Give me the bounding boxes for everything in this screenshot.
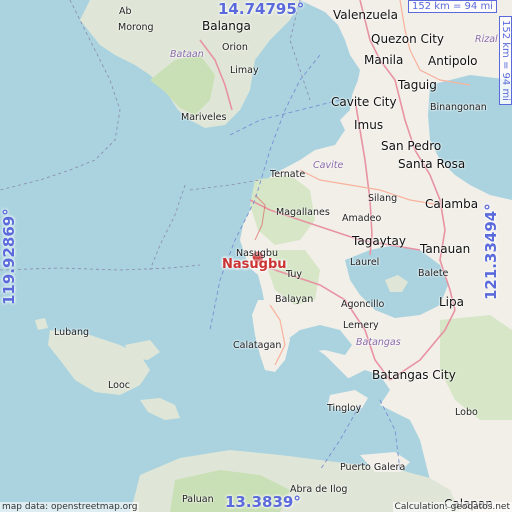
- place-label: Calatagan: [233, 340, 282, 351]
- place-label: Tingloy: [327, 403, 362, 414]
- place-label: Valenzuela: [333, 8, 398, 22]
- place-label: Looc: [108, 380, 130, 391]
- place-label: Balayan: [275, 294, 314, 305]
- left-longitude-label: 119.92869°: [0, 208, 18, 305]
- horizontal-scale-bar: 152 km = 94 mi: [408, 0, 497, 13]
- place-label: Morong: [118, 22, 154, 33]
- place-label: Cavite: [313, 160, 344, 171]
- place-label: Agoncillo: [341, 299, 385, 310]
- place-label: Laurel: [350, 257, 380, 268]
- place-label: Calamba: [425, 197, 479, 211]
- place-label: Tuy: [286, 269, 303, 280]
- vertical-scale-bar: 152 km = 94 mi: [499, 16, 512, 105]
- right-longitude-label: 121.33494°: [482, 203, 500, 300]
- calculation-credit[interactable]: Calculation: geodatos.net: [392, 502, 512, 512]
- place-label: Paluan: [182, 494, 214, 505]
- place-label: Lemery: [343, 320, 379, 331]
- place-label: Binangonan: [430, 102, 487, 113]
- place-label: Manila: [364, 53, 404, 67]
- place-label: Balanga: [202, 19, 251, 33]
- place-label: Lobo: [455, 407, 478, 418]
- place-label: Tanauan: [420, 242, 471, 256]
- place-label: Mariveles: [181, 112, 227, 123]
- top-latitude-label: 14.74795°: [218, 0, 305, 18]
- place-label: Imus: [354, 118, 384, 132]
- place-label: Orion: [222, 42, 248, 53]
- place-label: San Pedro: [381, 139, 442, 153]
- place-label: Rizal: [475, 34, 498, 45]
- place-label: Cavite City: [331, 95, 397, 109]
- location-marker-label[interactable]: Nasugbu: [222, 257, 287, 272]
- place-label: Amadeo: [342, 213, 382, 224]
- place-label: Lipa: [439, 295, 464, 309]
- place-label: Tagaytay: [352, 234, 406, 248]
- place-label: Batangas City: [372, 368, 456, 382]
- place-label: Taguig: [398, 78, 437, 92]
- place-label: Batangas: [356, 337, 401, 348]
- place-label: Limay: [230, 65, 259, 76]
- place-label: Lubang: [54, 327, 90, 338]
- place-label: Quezon City: [371, 32, 445, 46]
- bottom-latitude-label: 13.3839°: [225, 493, 301, 511]
- place-label: Bataan: [170, 49, 204, 60]
- place-label: Puerto Galera: [340, 462, 406, 473]
- place-label: Balete: [418, 268, 449, 279]
- place-label: Ternate: [270, 169, 306, 180]
- place-label: Santa Rosa: [398, 157, 466, 171]
- place-label: Magallanes: [276, 207, 330, 218]
- place-label: Silang: [368, 193, 398, 204]
- place-label: Ab: [119, 6, 132, 17]
- place-label: Antipolo: [428, 54, 478, 68]
- map-attribution[interactable]: map data: openstreetmap.org: [0, 502, 140, 512]
